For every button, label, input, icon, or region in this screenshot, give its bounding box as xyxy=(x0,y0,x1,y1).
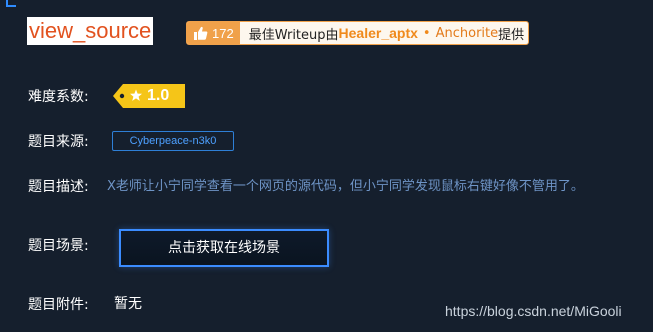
attachment-value: 暂无 xyxy=(114,296,142,312)
get-scene-button[interactable]: 点击获取在线场景 xyxy=(119,229,329,267)
writeup-second-author-link[interactable]: Anchorite xyxy=(436,26,499,41)
source-label: 题目来源: xyxy=(28,134,89,150)
thumbs-up-icon xyxy=(194,26,208,40)
watermark: https://blog.csdn.net/MiGooli xyxy=(445,303,622,319)
like-button[interactable]: 172 xyxy=(187,22,240,44)
writeup-separator: • xyxy=(422,25,431,41)
challenge-title: view_source xyxy=(27,17,154,45)
description-label: 题目描述: xyxy=(28,179,89,195)
attachment-label: 题目附件: xyxy=(28,297,89,313)
difficulty-badge: 1.0 xyxy=(111,82,187,110)
difficulty-label: 难度系数: xyxy=(28,89,89,105)
writeup-prefix: 最佳Writeup由 xyxy=(248,27,339,43)
writeup-bar[interactable]: 172 最佳Writeup由 Healer_aptx • Anchorite 提… xyxy=(186,21,530,45)
difficulty-value: 1.0 xyxy=(147,87,170,104)
challenge-panel: view_source 172 最佳Writeup由 Healer_aptx •… xyxy=(0,0,653,332)
scene-label: 题目场景: xyxy=(28,238,89,254)
writeup-suffix: 提供 xyxy=(498,27,525,43)
source-tag[interactable]: Cyberpeace-n3k0 xyxy=(112,131,234,151)
corner-accent-horizontal xyxy=(6,5,16,7)
writeup-author-link[interactable]: Healer_aptx xyxy=(339,25,418,41)
description-text: X老师让小宁同学查看一个网页的源代码，但小宁同学发现鼠标右键好像不管用了。 xyxy=(107,179,584,194)
like-count: 172 xyxy=(212,25,234,41)
